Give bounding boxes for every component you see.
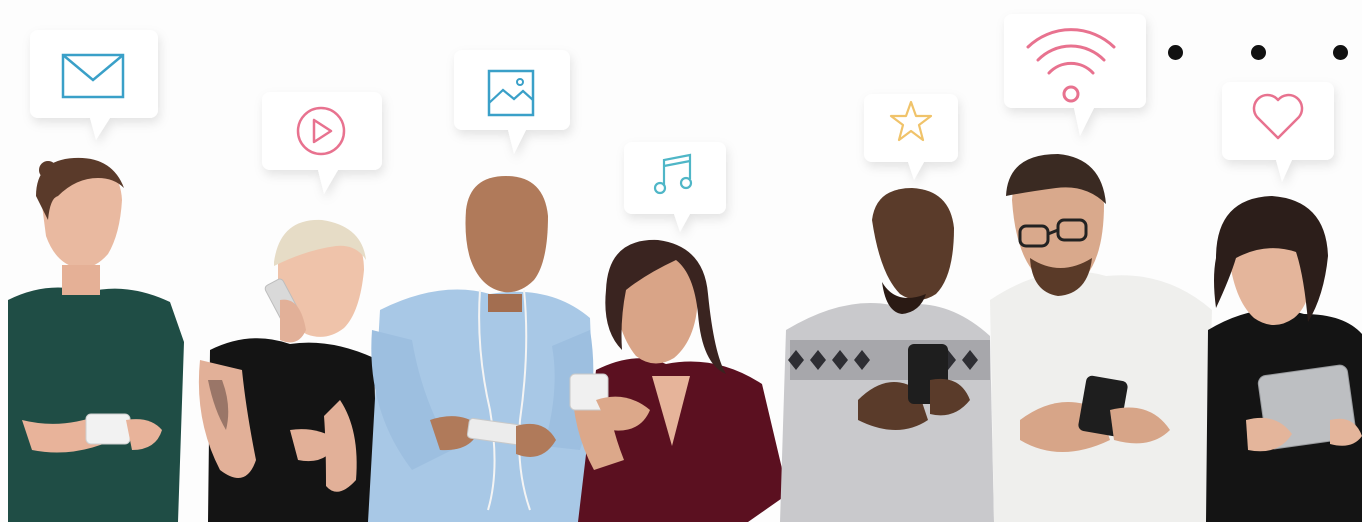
more-dots-icon[interactable]	[1168, 40, 1348, 64]
photo-scene	[0, 0, 1362, 522]
person-woman-green-top	[8, 157, 184, 522]
person-man-glasses-white-tee	[990, 154, 1212, 522]
people-with-devices-illustration	[8, 14, 1362, 522]
person-woman-burgundy-top	[569, 239, 788, 522]
heart-bubble	[1222, 82, 1334, 182]
music-bubble	[624, 142, 726, 232]
person-man-blue-shirt	[368, 176, 598, 522]
dot-1	[1168, 44, 1183, 60]
dot-2	[1250, 44, 1266, 60]
person-woman-tattoos	[198, 219, 378, 522]
star-bubble	[864, 94, 958, 180]
person-woman-tablet	[1206, 196, 1362, 522]
image-bubble	[454, 50, 570, 154]
wifi-bubble	[1004, 14, 1146, 136]
person-man-grey-sweater	[780, 188, 994, 522]
mail-bubble	[30, 30, 158, 140]
dot-3	[1333, 44, 1348, 60]
